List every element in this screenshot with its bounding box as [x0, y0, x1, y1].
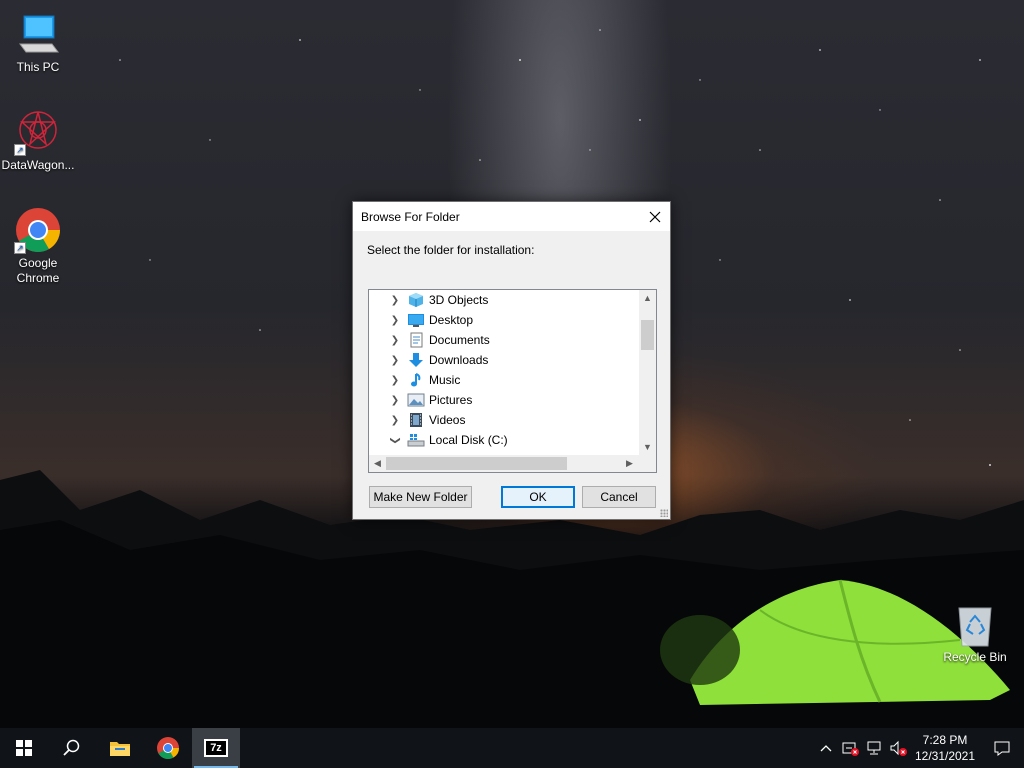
videos-icon	[410, 413, 422, 427]
tree-item-desktop[interactable]: ❯ Desktop	[369, 310, 639, 330]
expand-chevron-icon[interactable]: ❯	[387, 335, 403, 346]
action-center-button[interactable]	[980, 728, 1024, 768]
3d-objects-icon	[409, 293, 423, 307]
start-icon	[16, 740, 32, 756]
desktop-icon-this-pc[interactable]: This PC	[0, 10, 76, 75]
system-tray: 7:28 PM 12/31/2021	[814, 728, 1024, 768]
volume-muted-icon	[890, 740, 907, 756]
file-explorer-icon	[110, 742, 130, 756]
expand-chevron-icon[interactable]: ❯	[387, 355, 403, 366]
search-button[interactable]	[48, 728, 96, 768]
scroll-right-arrow-icon[interactable]: ▶	[621, 455, 638, 472]
clock-time: 7:28 PM	[922, 733, 968, 747]
taskbar-file-explorer[interactable]	[96, 728, 144, 768]
desktop-folder-icon	[408, 314, 424, 327]
instruction-text: Select the folder for installation:	[367, 243, 535, 257]
desktop-icon-label: Google Chrome	[16, 256, 60, 285]
tree-item-label: 3D Objects	[429, 293, 489, 307]
tree-item-label: Videos	[429, 413, 466, 427]
tree-item-label: Desktop	[429, 313, 474, 327]
ok-button[interactable]: OK	[501, 486, 575, 508]
vertical-scroll-thumb[interactable]	[641, 320, 654, 350]
clock-date: 12/31/2021	[914, 749, 976, 763]
tree-item-label: Documents	[429, 333, 490, 347]
search-icon	[63, 739, 80, 756]
shortcut-arrow-icon: ↗	[14, 242, 26, 254]
tray-security-alert[interactable]	[838, 728, 862, 768]
close-icon	[649, 211, 661, 222]
expand-chevron-icon[interactable]: ❯	[387, 395, 403, 406]
folder-tree-view[interactable]: ❯ 3D Objects ❯ Desktop ❯ Documents ❯ Dow…	[368, 289, 657, 473]
vertical-scrollbar[interactable]: ▲ ▼	[639, 290, 656, 456]
dialog-title: Browse For Folder	[361, 209, 460, 224]
documents-icon	[410, 332, 423, 348]
recycle-bin-icon	[951, 600, 999, 648]
pictures-icon	[407, 393, 425, 407]
tree-item-pictures[interactable]: ❯ Pictures	[369, 390, 639, 410]
notification-icon	[994, 741, 1010, 756]
tree-item-partial	[369, 450, 639, 453]
taskbar-7zip[interactable]: 7z	[192, 728, 240, 768]
security-alert-icon	[842, 742, 859, 756]
folder-icon	[425, 452, 443, 453]
tree-item-label: Downloads	[429, 353, 489, 367]
expand-chevron-icon[interactable]: ❯	[387, 415, 403, 426]
expand-chevron-icon[interactable]: ❯	[387, 375, 403, 386]
7zip-icon: 7z	[204, 739, 228, 757]
horizontal-scrollbar[interactable]: ◀ ▶	[369, 455, 656, 472]
folder-tree-items: ❯ 3D Objects ❯ Desktop ❯ Documents ❯ Dow…	[369, 290, 639, 453]
desktop-icon-label: This PC	[16, 60, 60, 74]
browse-for-folder-dialog: Browse For Folder Select the folder for …	[352, 201, 671, 520]
tray-network[interactable]	[862, 728, 886, 768]
close-button[interactable]	[640, 202, 670, 231]
show-hidden-icons-button[interactable]	[814, 728, 838, 768]
shortcut-arrow-icon: ↗	[14, 144, 26, 156]
expand-chevron-icon[interactable]: ❯	[387, 315, 403, 326]
start-button[interactable]	[0, 728, 48, 768]
scroll-up-arrow-icon[interactable]: ▲	[639, 290, 656, 307]
tray-volume[interactable]	[886, 728, 910, 768]
tree-item-3d-objects[interactable]: ❯ 3D Objects	[369, 290, 639, 310]
cancel-button[interactable]: Cancel	[582, 486, 656, 508]
tree-item-label: Music	[429, 373, 461, 387]
desktop-icon-datawagon[interactable]: ↗ DataWagon...	[0, 108, 76, 173]
music-icon	[411, 373, 421, 387]
taskbar-chrome[interactable]	[144, 728, 192, 768]
chevron-up-icon	[820, 745, 832, 752]
collapse-chevron-icon[interactable]: ❯	[390, 432, 401, 448]
drive-icon	[407, 434, 425, 447]
tree-item-videos[interactable]: ❯ Videos	[369, 410, 639, 430]
taskbar-clock[interactable]: 7:28 PM 12/31/2021	[910, 732, 980, 764]
tree-item-downloads[interactable]: ❯ Downloads	[369, 350, 639, 370]
dialog-titlebar[interactable]: Browse For Folder	[353, 202, 670, 231]
network-icon	[867, 741, 881, 755]
this-pc-icon	[14, 10, 62, 58]
horizontal-scroll-thumb[interactable]	[386, 457, 567, 470]
tree-item-label: Local Disk (C:)	[429, 433, 508, 447]
datawagon-icon: ↗	[14, 108, 62, 156]
resize-grip-icon[interactable]	[660, 509, 668, 517]
desktop-icon-label: Recycle Bin	[943, 650, 1007, 664]
desktop-icon-google-chrome[interactable]: ↗ Google Chrome	[0, 206, 76, 286]
tree-item-music[interactable]: ❯ Music	[369, 370, 639, 390]
downloads-icon	[409, 353, 423, 367]
taskbar: 7z 7:28 PM 12/31/2021	[0, 728, 1024, 768]
tree-item-label: Pictures	[429, 393, 473, 407]
tree-item-local-disk-c[interactable]: ❯ Local Disk (C:)	[369, 430, 639, 450]
tree-item-documents[interactable]: ❯ Documents	[369, 330, 639, 350]
scroll-left-arrow-icon[interactable]: ◀	[369, 455, 386, 472]
chrome-icon	[157, 737, 179, 759]
desktop-icon-label: DataWagon...	[1, 158, 75, 172]
scroll-down-arrow-icon[interactable]: ▼	[639, 439, 656, 456]
expand-chevron-icon[interactable]: ❯	[387, 295, 403, 306]
chrome-icon: ↗	[14, 206, 62, 254]
make-new-folder-button[interactable]: Make New Folder	[369, 486, 472, 508]
desktop-icon-recycle-bin[interactable]: Recycle Bin	[937, 600, 1013, 665]
